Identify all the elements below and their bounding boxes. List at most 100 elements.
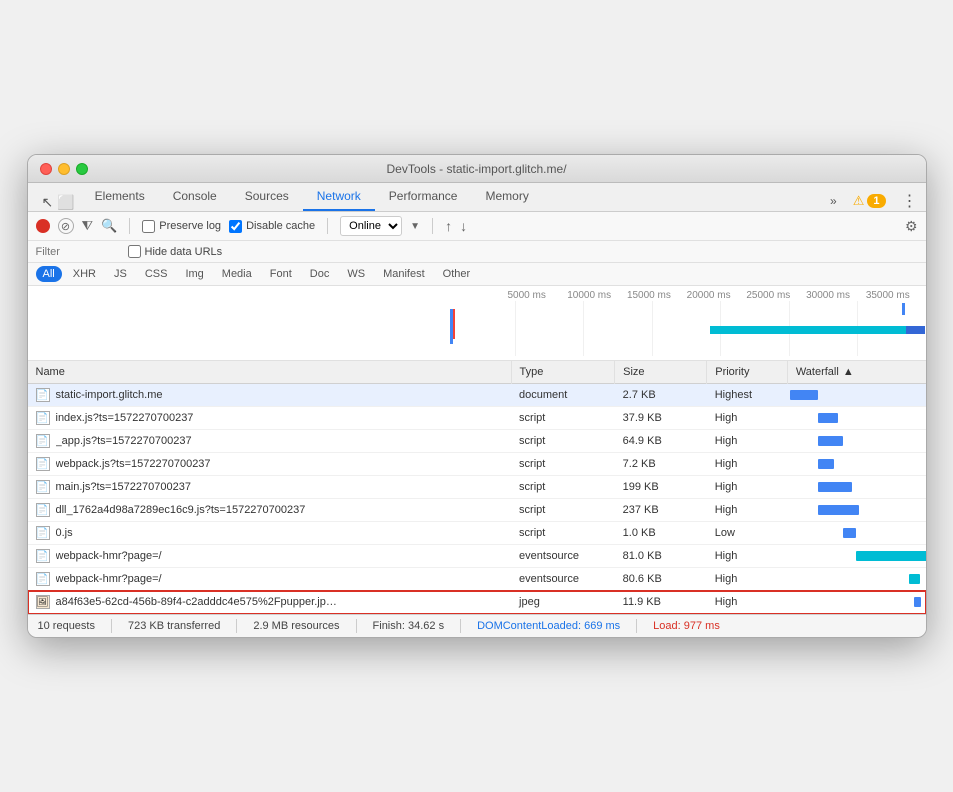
filter-input[interactable]	[36, 246, 116, 258]
row-priority: High	[707, 430, 788, 453]
row-waterfall	[787, 522, 925, 545]
minimize-button[interactable]	[58, 163, 70, 175]
preserve-log-input[interactable]	[142, 220, 155, 233]
waterfall-bar	[818, 482, 853, 492]
row-name: a84f63e5-62cd-456b-89f4-c2adddc4e575%2Fp…	[56, 596, 337, 608]
table-row[interactable]: 🖼 a84f63e5-62cd-456b-89f4-c2adddc4e575%2F…	[28, 591, 926, 614]
table-row[interactable]: 📄webpack-hmr?page=/eventsource81.0 KBHig…	[28, 545, 926, 568]
table-row[interactable]: 📄main.js?ts=1572270700237script199 KBHig…	[28, 476, 926, 499]
clear-button[interactable]: ⊘	[58, 218, 74, 234]
hide-data-urls-checkbox[interactable]: Hide data URLs	[128, 245, 223, 258]
row-waterfall	[787, 407, 925, 430]
requests-count: 10 requests	[38, 620, 95, 632]
th-type[interactable]: Type	[511, 361, 615, 384]
warning-area: ⚠ 1	[853, 193, 886, 209]
type-btn-xhr[interactable]: XHR	[66, 266, 103, 282]
table-header-row: Name Type Size Priority Waterfall ▲	[28, 361, 926, 384]
table-row[interactable]: 📄webpack-hmr?page=/eventsource80.6 KBHig…	[28, 568, 926, 591]
row-priority: High	[707, 568, 788, 591]
type-btn-all[interactable]: All	[36, 266, 62, 282]
table-body: 📄static-import.glitch.medocument2.7 KBHi…	[28, 384, 926, 614]
row-priority: High	[707, 476, 788, 499]
row-name: 0.js	[56, 527, 73, 539]
row-waterfall	[787, 430, 925, 453]
row-size: 37.9 KB	[615, 407, 707, 430]
warning-count: 1	[867, 194, 885, 208]
throttle-select[interactable]: Online	[340, 216, 402, 236]
status-divider-2	[236, 619, 237, 633]
devtools-menu-button[interactable]: ⋮	[902, 191, 918, 211]
status-divider-1	[111, 619, 112, 633]
upload-icon[interactable]: ↑	[445, 218, 452, 234]
tab-network[interactable]: Network	[303, 183, 375, 211]
type-btn-doc[interactable]: Doc	[303, 266, 337, 282]
timeline-bar-hmr2	[906, 326, 925, 334]
row-size: 2.7 KB	[615, 384, 707, 407]
close-button[interactable]	[40, 163, 52, 175]
row-priority: High	[707, 407, 788, 430]
requests-table: Name Type Size Priority Waterfall ▲ 📄 sta…	[28, 361, 926, 614]
filter-icon[interactable]: ⧨	[82, 218, 94, 234]
timeline-labels: 5000 ms 10000 ms 15000 ms 20000 ms 25000…	[28, 286, 926, 301]
th-priority[interactable]: Priority	[707, 361, 788, 384]
type-btn-other[interactable]: Other	[436, 266, 478, 282]
tab-elements[interactable]: Elements	[81, 183, 159, 211]
search-icon[interactable]: 🔍	[101, 218, 117, 234]
th-waterfall[interactable]: Waterfall ▲	[788, 361, 926, 383]
tab-sources[interactable]: Sources	[231, 183, 303, 211]
table-row[interactable]: 📄index.js?ts=1572270700237script37.9 KBH…	[28, 407, 926, 430]
download-icon[interactable]: ↓	[460, 218, 467, 234]
type-btn-ws[interactable]: WS	[340, 266, 372, 282]
row-name: webpack.js?ts=1572270700237	[56, 458, 211, 470]
maximize-button[interactable]	[76, 163, 88, 175]
row-size: 1.0 KB	[615, 522, 707, 545]
row-waterfall	[787, 384, 925, 407]
type-btn-js[interactable]: JS	[107, 266, 134, 282]
image-file-icon: 🖼	[36, 595, 50, 609]
document-file-icon: 📄	[36, 503, 50, 517]
type-btn-font[interactable]: Font	[263, 266, 299, 282]
separator-2	[327, 218, 328, 234]
table-row[interactable]: 📄_app.js?ts=1572270700237script64.9 KBHi…	[28, 430, 926, 453]
row-type: script	[511, 522, 615, 545]
record-button[interactable]	[36, 219, 50, 233]
preserve-log-checkbox[interactable]: Preserve log	[142, 220, 221, 233]
status-bar: 10 requests 723 KB transferred 2.9 MB re…	[28, 614, 926, 637]
timeline-marker-red	[453, 309, 455, 339]
row-type: document	[511, 384, 615, 407]
row-size: 7.2 KB	[615, 453, 707, 476]
type-btn-media[interactable]: Media	[215, 266, 259, 282]
type-btn-manifest[interactable]: Manifest	[376, 266, 432, 282]
table-row[interactable]: 📄 dll_1762a4d98a7289ec16c9.js?ts=15722707…	[28, 499, 926, 522]
th-size[interactable]: Size	[615, 361, 707, 384]
row-name: static-import.glitch.me	[56, 389, 163, 401]
row-name: main.js?ts=1572270700237	[56, 481, 191, 493]
type-btn-css[interactable]: CSS	[138, 266, 175, 282]
status-divider-3	[356, 619, 357, 633]
row-name: dll_1762a4d98a7289ec16c9.js?ts=157227070…	[56, 504, 306, 516]
tab-performance[interactable]: Performance	[375, 183, 472, 211]
disable-cache-checkbox[interactable]: Disable cache	[229, 220, 315, 233]
inspect-icon[interactable]: ⬜	[57, 194, 74, 211]
hide-data-urls-input[interactable]	[128, 245, 141, 258]
settings-icon[interactable]: ⚙	[905, 218, 918, 235]
tab-memory[interactable]: Memory	[471, 183, 542, 211]
waterfall-bar	[818, 459, 835, 469]
dom-content-loaded: DOMContentLoaded: 669 ms	[477, 620, 620, 632]
timeline-label-2: 10000 ms	[567, 290, 627, 301]
throttle-arrow[interactable]: ▼	[410, 221, 420, 232]
th-name[interactable]: Name	[28, 361, 512, 384]
type-btn-img[interactable]: Img	[178, 266, 210, 282]
table-row[interactable]: 📄webpack.js?ts=1572270700237script7.2 KB…	[28, 453, 926, 476]
status-divider-4	[460, 619, 461, 633]
cursor-icon[interactable]: ↖	[42, 194, 54, 211]
more-tabs-button[interactable]: »	[830, 194, 837, 208]
timeline-label-6: 30000 ms	[806, 290, 866, 301]
table-row[interactable]: 📄0.jsscript1.0 KBLow	[28, 522, 926, 545]
table-row[interactable]: 📄static-import.glitch.medocument2.7 KBHi…	[28, 384, 926, 407]
row-type: eventsource	[511, 545, 615, 568]
disable-cache-input[interactable]	[229, 220, 242, 233]
tab-console[interactable]: Console	[159, 183, 231, 211]
row-size: 64.9 KB	[615, 430, 707, 453]
requests-table-container: Name Type Size Priority Waterfall ▲ 📄 sta…	[28, 361, 926, 614]
